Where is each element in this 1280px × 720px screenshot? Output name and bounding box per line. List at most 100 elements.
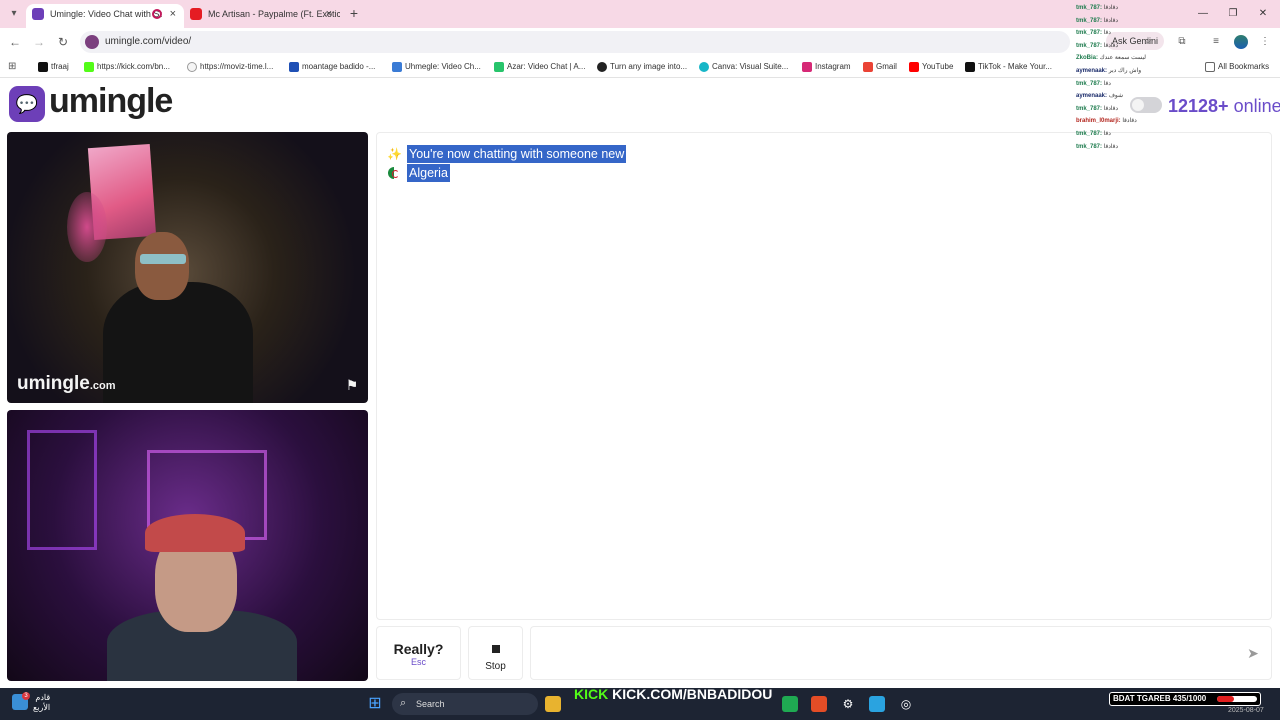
really-label: Really? [393,641,444,657]
overlay-chat-text: ﺩﻗﺍﺩﻗﺍ [1103,105,1119,112]
overlay-chat-text: ﺩﻗﺍﺩﻗﺍ [1103,5,1119,11]
brave-icon[interactable] [811,696,827,712]
address-bar[interactable]: umingle.com/video/ [80,31,1070,53]
stream-chat-overlay: tmk_787: ﺩﻗﺍﺩﻗﺍ tmk_787: ﺩﻗﺍﺩﻗﺍ tmk_787: ﺩ… [1076,2,1256,153]
bookmark-tiktok[interactable]: TikTok - Make Your... [965,60,1052,74]
overlay-chat-line: ZkoBia: ﻟﻴﺴﺖ ﺳﻤﻌﺔ ﻋﻨﺪﻙ [1076,52,1256,65]
umingle-watermark: umingle.com [17,373,116,394]
gmail-icon [863,62,873,72]
youtube-icon [909,62,919,72]
windows-start-icon[interactable]: ⊞ [367,696,383,712]
bookmark-azar[interactable]: Azar: Video Chat | A... [494,60,585,74]
kick-stream-banner: KICK KICK.COM/BNBADIDOU [574,686,772,706]
forward-icon[interactable]: → [31,34,47,50]
taskbar-search[interactable]: ⌕ Search [392,693,538,715]
overlay-chat-text: ﺩﻗﺍﺩﻗﺍ [1122,118,1137,125]
overlay-chat-user: tmk_787: [1076,30,1103,37]
settings-icon[interactable]: ⚙ [840,696,856,712]
file-explorer-icon[interactable] [545,696,561,712]
send-icon[interactable]: ➤ [1245,645,1261,661]
goal-progress-bar [1217,696,1257,702]
tab-youtube[interactable]: Mc Artisan - Paypalme (Ft. Exotic × [184,4,340,28]
image-tool-icon [597,62,607,72]
weather-text: ﻗﺎﺩﻡ ﺍﻷﺭﺑﻊ [33,693,51,712]
overlay-chat-user: tmk_787: [1076,143,1103,150]
stranger-head [135,232,189,300]
tab-umingle[interactable]: Umingle: Video Chat with St × [26,4,184,28]
system-message-text: You're now chatting with someone new [407,145,627,163]
overlay-chat-line: tmk_787: ﺩﻗﺍ [1076,78,1256,91]
overlay-chat-line: tmk_787: ﺩﻗﺍﺩﻗﺍ [1076,141,1256,154]
whatsapp-icon[interactable] [782,696,798,712]
stranger-body [103,282,253,403]
overlay-chat-line: tmk_787: ﺩﻗﺍﺩﻗﺍ [1076,15,1256,28]
apps-icon[interactable]: ⊞ [8,61,19,72]
bookmark-image-tool[interactable]: Turn any image into... [597,60,687,74]
obs-icon[interactable]: ◎ [898,696,914,712]
overlay-chat-line: tmk_787: ﺩﻗﺍ [1076,128,1256,141]
stop-icon [491,645,500,653]
pink-light [67,192,107,262]
location-icon [187,62,197,72]
telegram-icon[interactable] [869,696,885,712]
bookmark-moantage[interactable]: moantage badido -... [289,60,375,74]
goal-progress-fill [1217,696,1235,702]
stranger-video: umingle.com ⚑ [7,132,368,403]
back-icon[interactable]: ← [7,34,23,50]
chat-panel: ✨ You're now chatting with someone new A… [376,132,1272,620]
bookmark-instagram[interactable]: Instagram [802,60,851,74]
stream-goal: BDAT TGAREB 435/1000 [1109,692,1261,706]
really-button[interactable]: Really? Esc [376,626,461,680]
bookmark-kick[interactable]: https://kick.com/bn... [84,60,170,74]
overlay-chat-user: tmk_787: [1076,17,1103,24]
bookmark-canva[interactable]: Canva: Visual Suite... [699,60,788,74]
tab-title: Umingle: Video Chat with St [50,9,162,19]
tab-search-icon[interactable]: ▾ [6,6,22,22]
country-text: Algeria [407,164,450,182]
close-tab-icon[interactable]: × [326,4,332,24]
overlay-chat-line: tmk_787: ﺩﻗﺍ [1076,27,1256,40]
search-icon: ⌕ [400,697,407,709]
bookmark-gmail[interactable]: Gmail [863,60,897,74]
overlay-chat-text: ﺩﻗﺍﺩﻗﺍ [1103,143,1119,150]
overlay-chat-text: ﺩﻗﺍ [1103,130,1111,137]
algeria-flag-icon [388,167,400,179]
url-text: umingle.com/video/ [105,36,192,47]
overlay-chat-user: tmk_787: [1076,42,1103,49]
bookmark-icon [38,62,48,72]
close-tab-icon[interactable]: × [170,4,176,24]
trello-icon [289,62,299,72]
goal-label: BDAT TGAREB 435/1000 [1113,694,1207,703]
stranger-glasses [140,254,186,264]
bookmark-moviz[interactable]: https://moviz-time.l... [187,60,273,74]
neon-art [27,430,97,550]
bookmark-tfraaj[interactable]: tfraaj [38,60,69,74]
tiktok-icon [965,62,975,72]
red-cap [145,514,245,552]
stop-button[interactable]: Stop [468,626,523,680]
kick-logo: KICK [574,686,609,702]
new-tab-button[interactable]: + [346,4,362,22]
bookmark-youtube[interactable]: YouTube [909,60,953,74]
clock-date: 2025-08-07 [1228,707,1264,714]
overlay-chat-text: ﺩﻗﺍﺩﻗﺍ [1103,42,1119,49]
azar-icon [494,62,504,72]
overlay-chat-user: brahim_l0marji: [1076,118,1121,125]
menu-icon[interactable]: ⋮ [1259,36,1271,48]
self-video [7,410,368,681]
overlay-chat-text: ﺩﻗﺍ [1103,30,1111,37]
overlay-chat-line: tmk_787: ﺩﻗﺍﺩﻗﺍ [1076,2,1256,15]
search-label: Search [416,699,445,709]
message-input[interactable]: ➤ [530,626,1272,680]
bookmark-uhmegle[interactable]: Uhmegle: Video Ch... [392,60,481,74]
close-window-icon[interactable]: ✕ [1254,6,1272,22]
overlay-chat-line: aymenaak: ﺷﻮﻑ [1076,90,1256,103]
overlay-chat-line: tmk_787: ﺩﻗﺍﺩﻗﺍ [1076,40,1256,53]
reload-icon[interactable]: ↻ [55,34,71,50]
site-info-icon[interactable] [85,35,99,49]
report-flag-icon[interactable]: ⚑ [344,377,360,393]
overlay-chat-line: brahim_l0marji: ﺩﻗﺍﺩﻗﺍ [1076,115,1256,128]
recording-icon [152,9,162,19]
overlay-chat-text: ﻭﺍﺵ ﺭﺍﻙ ﺩﻳﺮ [1108,67,1142,74]
umingle-page: 💬 umingle 12128+ online umingle.com ⚑ ✨ … [0,78,1280,688]
